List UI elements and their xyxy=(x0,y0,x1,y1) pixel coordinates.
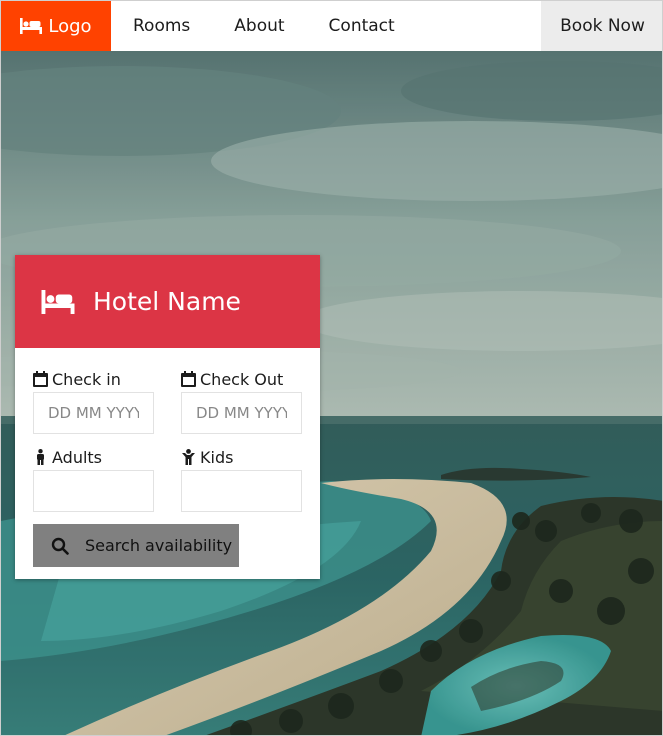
check-out-label-text: Check Out xyxy=(200,369,284,389)
check-in-input[interactable] xyxy=(33,392,154,434)
adults-field: Adults xyxy=(33,446,154,512)
kids-label: Kids xyxy=(181,446,302,468)
calendar-icon xyxy=(33,371,48,387)
check-in-field: Check in xyxy=(33,368,154,434)
bed-icon xyxy=(41,289,75,314)
dates-row: Check in Check Out xyxy=(33,368,302,434)
check-in-label-text: Check in xyxy=(52,369,121,389)
search-availability-label: Search availability xyxy=(85,536,233,555)
hotel-name-title: Hotel Name xyxy=(93,287,241,316)
kids-field: Kids xyxy=(181,446,302,512)
calendar-icon xyxy=(181,371,196,387)
male-icon xyxy=(37,449,44,465)
check-out-input[interactable] xyxy=(181,392,302,434)
page: Logo Rooms About Contact Book Now Hotel … xyxy=(0,0,663,736)
adults-input[interactable] xyxy=(33,470,154,512)
nav-link-rooms[interactable]: Rooms xyxy=(111,1,212,51)
kids-input[interactable] xyxy=(181,470,302,512)
guests-row: Adults Kids xyxy=(33,446,302,512)
check-out-field: Check Out xyxy=(181,368,302,434)
adults-label-text: Adults xyxy=(52,447,103,467)
top-navbar: Logo Rooms About Contact Book Now xyxy=(1,1,662,51)
booking-card: Hotel Name Check in DD MM YYYY Check Out… xyxy=(15,255,320,579)
bed-icon xyxy=(20,18,43,34)
book-now-button[interactable]: Book Now xyxy=(541,1,662,51)
child-icon xyxy=(182,449,195,465)
booking-card-header: Hotel Name xyxy=(15,255,320,348)
nav-link-about[interactable]: About xyxy=(212,1,306,51)
check-out-label: Check Out xyxy=(181,368,302,390)
search-icon xyxy=(51,537,69,555)
logo-label: Logo xyxy=(48,15,92,37)
adults-label: Adults xyxy=(33,446,154,468)
booking-form: Check in Check Out xyxy=(15,348,320,567)
logo-link[interactable]: Logo xyxy=(1,1,111,51)
search-availability-button[interactable]: Search availability xyxy=(33,524,239,567)
nav-link-contact[interactable]: Contact xyxy=(307,1,417,51)
kids-label-text: Kids xyxy=(200,447,234,467)
check-in-label: Check in xyxy=(33,368,154,390)
